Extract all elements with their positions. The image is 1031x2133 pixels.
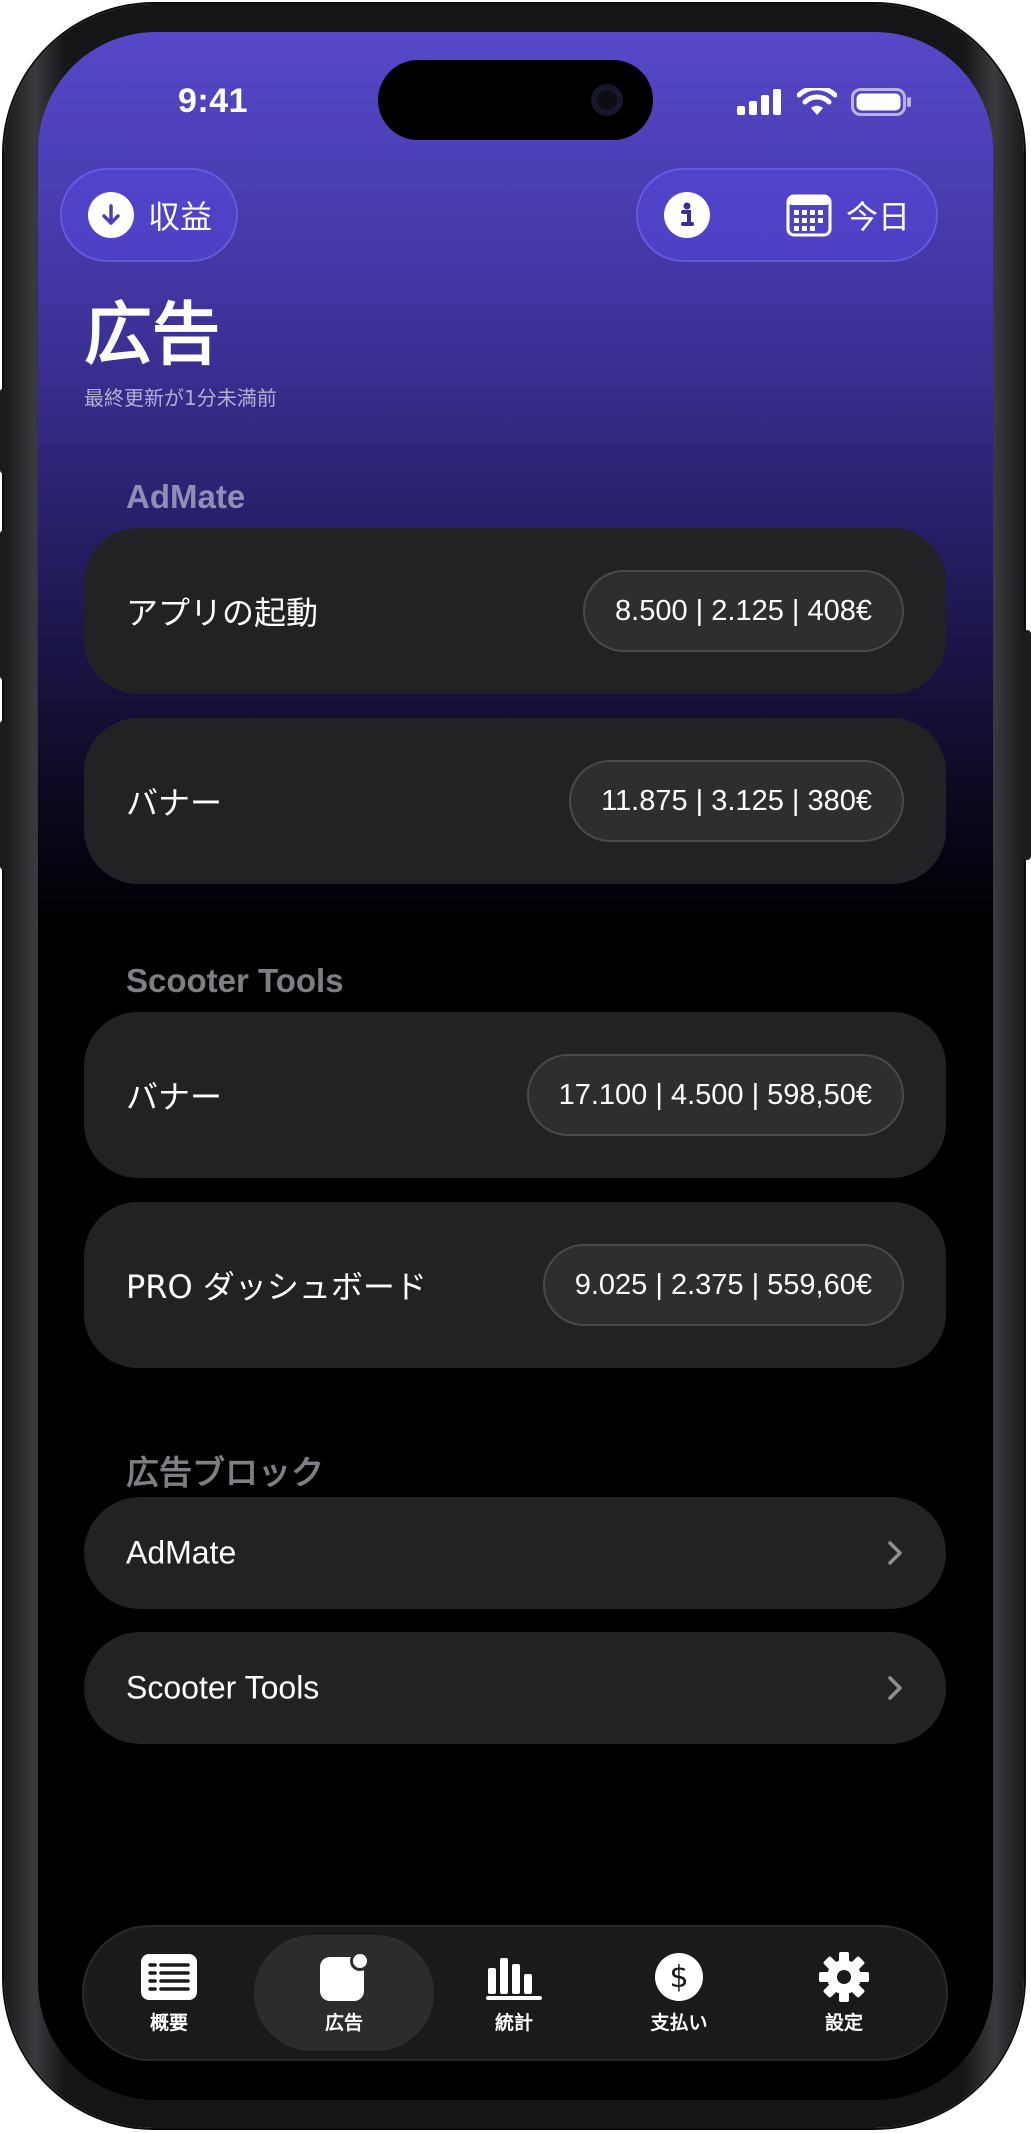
dollar-circle-icon: $ bbox=[650, 1952, 708, 2002]
ad-unit-label: バナー bbox=[126, 784, 223, 822]
camera-icon bbox=[591, 84, 623, 116]
tab-settings-label: 設定 bbox=[824, 2011, 863, 2034]
volume-down-button bbox=[0, 720, 8, 870]
status-time: 9:41 bbox=[178, 82, 249, 120]
ad-block-label: Scooter Tools bbox=[126, 1669, 320, 1706]
chevron-right-icon bbox=[888, 1676, 902, 1700]
ad-badge-icon bbox=[315, 1950, 373, 2002]
wifi-icon bbox=[797, 88, 837, 115]
volume-up-button bbox=[0, 530, 8, 680]
section-header-scooter-tools: Scooter Tools bbox=[126, 962, 344, 999]
tab-stats-label: 統計 bbox=[494, 2011, 533, 2034]
tab-bar: 概要 広告 統計 $ 支払い 設定 bbox=[84, 1927, 946, 2059]
ad-unit-label: PRO ダッシュボード bbox=[126, 1268, 427, 1306]
date-button-label: 今日 bbox=[846, 198, 911, 236]
calendar-icon bbox=[786, 194, 832, 237]
svg-text:$: $ bbox=[669, 1960, 688, 1995]
ad-unit-stats: 8.500 | 2.125 | 408€ bbox=[583, 570, 904, 652]
ad-block-row-scooter-tools[interactable]: Scooter Tools bbox=[84, 1632, 946, 1744]
ad-unit-label: アプリの起動 bbox=[126, 594, 319, 632]
ad-unit-card[interactable]: バナー 17.100 | 4.500 | 598,50€ bbox=[84, 1012, 946, 1178]
list-icon bbox=[140, 1952, 198, 2002]
gear-icon bbox=[815, 1951, 873, 2002]
tab-ads[interactable]: 広告 bbox=[254, 1935, 434, 2051]
status-icons bbox=[737, 87, 913, 117]
ad-unit-stats: 17.100 | 4.500 | 598,50€ bbox=[526, 1054, 904, 1136]
tab-ads-label: 広告 bbox=[324, 2011, 363, 2034]
section-header-admate: AdMate bbox=[126, 478, 246, 515]
ad-unit-label: バナー bbox=[126, 1078, 223, 1116]
ad-unit-card[interactable]: PRO ダッシュボード 9.025 | 2.375 | 559,60€ bbox=[84, 1202, 946, 1368]
cellular-signal-icon bbox=[737, 89, 781, 115]
info-button[interactable] bbox=[664, 192, 710, 238]
tab-stats[interactable]: 統計 bbox=[424, 1935, 604, 2051]
ad-unit-stats: 9.025 | 2.375 | 559,60€ bbox=[542, 1244, 904, 1326]
bar-chart-icon bbox=[485, 1952, 543, 2002]
chevron-right-icon bbox=[888, 1541, 902, 1565]
arrow-down-icon bbox=[88, 192, 134, 238]
power-button bbox=[1023, 630, 1031, 860]
ad-unit-card[interactable]: バナー 11.875 | 3.125 | 380€ bbox=[84, 718, 946, 884]
battery-icon bbox=[851, 88, 911, 116]
dynamic-island bbox=[378, 60, 653, 140]
tab-overview-label: 概要 bbox=[149, 2011, 188, 2034]
ad-unit-card[interactable]: アプリの起動 8.500 | 2.125 | 408€ bbox=[84, 528, 946, 694]
ad-block-row-admate[interactable]: AdMate bbox=[84, 1497, 946, 1609]
earnings-button[interactable]: 収益 bbox=[60, 168, 238, 262]
date-button[interactable]: 今日 bbox=[786, 190, 910, 240]
screen: 9:41 収益 今日 広告 最終更新が1分未満前 AdMate アプリの起動 8… bbox=[38, 32, 993, 2100]
tab-payments[interactable]: $ 支払い bbox=[589, 1935, 769, 2051]
section-header-ad-blocks: 広告ブロック bbox=[126, 1454, 324, 1491]
info-icon bbox=[664, 192, 710, 238]
earnings-button-label: 収益 bbox=[148, 198, 213, 236]
tab-settings[interactable]: 設定 bbox=[754, 1935, 934, 2051]
ad-block-label: AdMate bbox=[126, 1534, 237, 1571]
ad-unit-stats: 11.875 | 3.125 | 380€ bbox=[569, 760, 904, 842]
header-actions: 今日 bbox=[636, 168, 938, 262]
page-title: 広告 bbox=[84, 296, 221, 375]
last-updated-text: 最終更新が1分未満前 bbox=[84, 386, 277, 410]
tab-payments-label: 支払い bbox=[650, 2011, 708, 2034]
action-button bbox=[0, 388, 8, 474]
tab-overview[interactable]: 概要 bbox=[79, 1935, 259, 2051]
